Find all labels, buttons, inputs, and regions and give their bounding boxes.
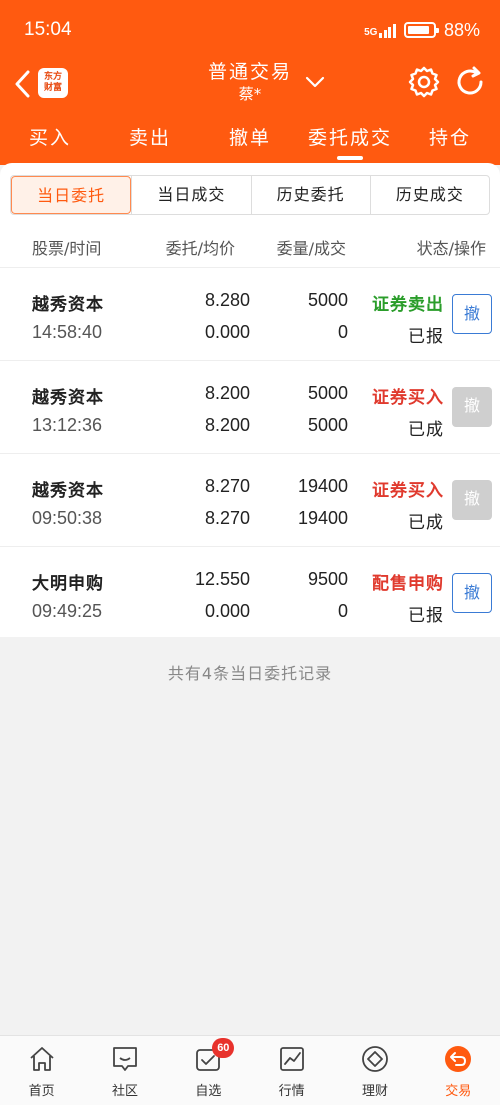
order-price: 12.550 [194, 569, 250, 589]
order-type: 证券买入 [372, 481, 444, 501]
market-icon [279, 1047, 304, 1071]
table-row[interactable]: 越秀资本 13:12:36 8.200 8.200 5000 5000 证券买入… [0, 360, 500, 453]
page-title: 普通交易 [207, 61, 292, 83]
nav-trade-label: 交易 [445, 1084, 472, 1099]
order-status: 已成 [408, 513, 444, 533]
nav-trade[interactable]: 交易 [417, 1036, 500, 1105]
avg-price: 0.000 [204, 322, 250, 342]
watchlist-badge: 60 [212, 1038, 235, 1058]
wealth-icon [362, 1046, 388, 1072]
order-qty: 9500 [307, 569, 348, 589]
order-time: 09:50:38 [32, 508, 103, 528]
network-label: 5G [364, 27, 378, 38]
filled-qty: 0 [337, 601, 348, 621]
chevron-down-icon[interactable] [304, 72, 326, 92]
orders-list: 越秀资本 14:58:40 8.280 0.000 5000 0 证券卖出 已报… [0, 267, 500, 639]
gear-icon[interactable] [406, 64, 442, 100]
header-status-action: 状态/操作 [416, 239, 486, 258]
status-indicators: 5G 88% [364, 20, 480, 41]
bottom-nav: 首页 社区 60 自选 行情 理财 交易 [0, 1035, 500, 1105]
header-qty-filled: 委量/成交 [276, 239, 346, 258]
status-time: 15:04 [24, 19, 72, 40]
table-row[interactable]: 越秀资本 14:58:40 8.280 0.000 5000 0 证券卖出 已报… [0, 267, 500, 360]
segment-today-deals[interactable]: 当日成交 [131, 176, 250, 214]
order-segment-control: 当日委托 当日成交 历史委托 历史成交 [10, 175, 490, 215]
order-status: 已报 [408, 327, 444, 347]
trade-icon [445, 1046, 472, 1072]
nav-community-label: 社区 [111, 1084, 138, 1099]
header-price-avg: 委托/均价 [165, 239, 235, 258]
battery-icon [403, 22, 439, 38]
account-name: 蔡* [238, 85, 262, 103]
stock-name: 大明申购 [32, 574, 104, 594]
back-button[interactable] [8, 66, 36, 102]
order-qty: 5000 [307, 383, 348, 403]
tab-orders[interactable]: 委托成交 [300, 118, 400, 160]
filled-qty: 0 [337, 322, 348, 342]
nav-home-label: 首页 [28, 1084, 55, 1099]
nav-watchlist[interactable]: 60 自选 [167, 1036, 250, 1105]
avg-price: 8.200 [204, 415, 250, 435]
order-price: 8.280 [204, 290, 250, 310]
refresh-icon[interactable] [452, 64, 488, 100]
order-time: 13:12:36 [32, 415, 103, 435]
order-type: 证券卖出 [372, 295, 444, 315]
nav-wealth[interactable]: 理财 [333, 1036, 416, 1105]
nav-market[interactable]: 行情 [250, 1036, 333, 1105]
order-price: 8.200 [204, 383, 250, 403]
account-selector[interactable]: 普通交易 蔡* [190, 60, 310, 104]
cancel-button[interactable]: 撤 [452, 387, 492, 427]
community-icon [113, 1047, 137, 1071]
nav-watchlist-label: 自选 [195, 1084, 222, 1099]
nav-row: 东方 财富 普通交易 蔡* [0, 60, 500, 110]
signal-icon: 5G [364, 22, 396, 38]
trade-tabs: 买入 卖出 撤单 委托成交 持仓 [0, 118, 500, 160]
logo-line1: 东方 [43, 72, 62, 82]
filled-qty: 5000 [307, 415, 348, 435]
order-type: 配售申购 [372, 574, 444, 594]
segment-history-deals[interactable]: 历史成交 [369, 176, 489, 214]
table-row[interactable]: 越秀资本 09:50:38 8.270 8.270 19400 19400 证券… [0, 453, 500, 546]
order-status: 已报 [408, 606, 444, 626]
order-type: 证券买入 [372, 388, 444, 408]
orders-panel: 当日委托 当日成交 历史委托 历史成交 股票/时间 委托/均价 委量/成交 状态… [0, 163, 500, 637]
nav-community[interactable]: 社区 [83, 1036, 166, 1105]
stock-name: 越秀资本 [32, 388, 104, 408]
nav-wealth-label: 理财 [361, 1084, 388, 1099]
avg-price: 8.270 [204, 508, 250, 528]
cancel-button[interactable]: 撤 [452, 573, 492, 613]
order-time: 14:58:40 [32, 322, 103, 342]
order-qty: 5000 [307, 290, 348, 310]
avg-price: 0.000 [204, 601, 250, 621]
battery-percent: 88% [443, 19, 480, 40]
status-bar: 15:04 5G 88% [0, 0, 500, 60]
order-status: 已成 [408, 420, 444, 440]
segment-history-orders[interactable]: 历史委托 [250, 176, 370, 214]
tab-sell[interactable]: 卖出 [100, 118, 200, 158]
segment-today-orders[interactable]: 当日委托 [11, 176, 132, 214]
cancel-button[interactable]: 撤 [452, 294, 492, 334]
stock-name: 越秀资本 [32, 481, 104, 501]
table-row[interactable]: 大明申购 09:49:25 12.550 0.000 9500 0 配售申购 已… [0, 546, 500, 639]
tab-buy[interactable]: 买入 [0, 118, 100, 158]
logo: 东方 财富 [38, 68, 68, 98]
filled-qty: 19400 [297, 508, 348, 528]
nav-home[interactable]: 首页 [0, 1036, 83, 1105]
order-time: 09:49:25 [32, 601, 103, 621]
order-price: 8.270 [204, 476, 250, 496]
cancel-button[interactable]: 撤 [452, 480, 492, 520]
record-count-note: 共有4条当日委托记录 [167, 664, 333, 683]
tab-positions[interactable]: 持仓 [400, 118, 500, 158]
nav-market-label: 行情 [278, 1084, 305, 1099]
home-icon [30, 1047, 54, 1071]
logo-line2: 财富 [43, 83, 62, 93]
back-arrow-icon [15, 70, 30, 98]
order-qty: 19400 [297, 476, 348, 496]
stock-name: 越秀资本 [32, 295, 104, 315]
header-stock-time: 股票/时间 [32, 239, 102, 258]
header: 15:04 5G 88% 东方 财富 普通交易 蔡* 买入 卖出 撤单 委托成交… [0, 0, 500, 165]
tab-cancel[interactable]: 撤单 [200, 118, 300, 158]
table-header: 股票/时间 委托/均价 委量/成交 状态/操作 [0, 227, 500, 267]
